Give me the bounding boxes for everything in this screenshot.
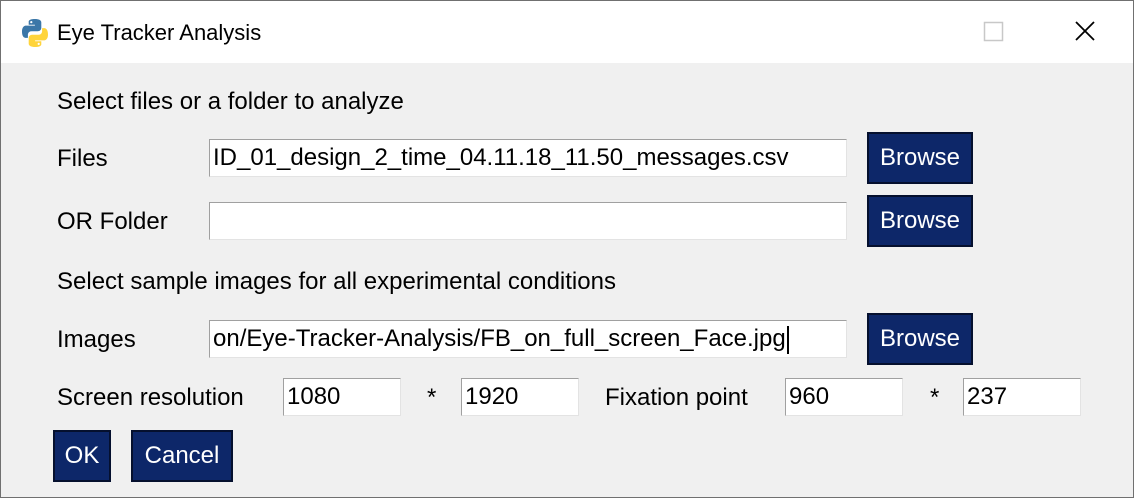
fixation-y-input[interactable] bbox=[963, 378, 1081, 416]
title-bar[interactable]: Eye Tracker Analysis bbox=[1, 1, 1133, 63]
window-title: Eye Tracker Analysis bbox=[57, 20, 262, 45]
images-browse-button[interactable]: Browse bbox=[867, 313, 973, 365]
python-icon bbox=[19, 17, 51, 49]
minimize-icon bbox=[855, 1, 947, 63]
files-browse-button[interactable]: Browse bbox=[867, 132, 973, 184]
close-button[interactable] bbox=[1039, 1, 1131, 63]
cancel-button[interactable]: Cancel bbox=[131, 430, 233, 482]
ok-button[interactable]: OK bbox=[53, 430, 111, 482]
eye-tracker-window: Eye Tracker Analysis Select files or a f… bbox=[0, 0, 1134, 498]
maximize-button[interactable] bbox=[947, 1, 1039, 63]
fixation-x-input[interactable] bbox=[785, 378, 903, 416]
files-label: Files bbox=[57, 145, 108, 172]
files-input[interactable] bbox=[209, 139, 847, 177]
images-input-text: on/Eye-Tracker-Analysis/FB_on_full_scree… bbox=[213, 325, 786, 352]
images-input[interactable]: on/Eye-Tracker-Analysis/FB_on_full_scree… bbox=[209, 320, 847, 358]
fixation-separator: * bbox=[930, 384, 940, 411]
resolution-height-input[interactable] bbox=[461, 378, 579, 416]
text-caret bbox=[786, 325, 789, 354]
resolution-label: Screen resolution bbox=[57, 384, 244, 411]
maximize-icon bbox=[983, 21, 1004, 42]
minimize-button[interactable] bbox=[855, 1, 947, 63]
resolution-width-input[interactable] bbox=[283, 378, 401, 416]
images-heading: Select sample images for all experimenta… bbox=[57, 268, 616, 295]
dialog-content: Select files or a folder to analyze File… bbox=[1, 63, 1133, 497]
resolution-separator: * bbox=[427, 384, 437, 411]
folder-label: OR Folder bbox=[57, 208, 168, 235]
folder-input[interactable] bbox=[209, 202, 847, 240]
fixation-label: Fixation point bbox=[605, 384, 748, 411]
close-icon bbox=[1075, 21, 1095, 41]
folder-browse-button[interactable]: Browse bbox=[867, 195, 973, 247]
images-label: Images bbox=[57, 326, 136, 353]
files-heading: Select files or a folder to analyze bbox=[57, 88, 404, 115]
